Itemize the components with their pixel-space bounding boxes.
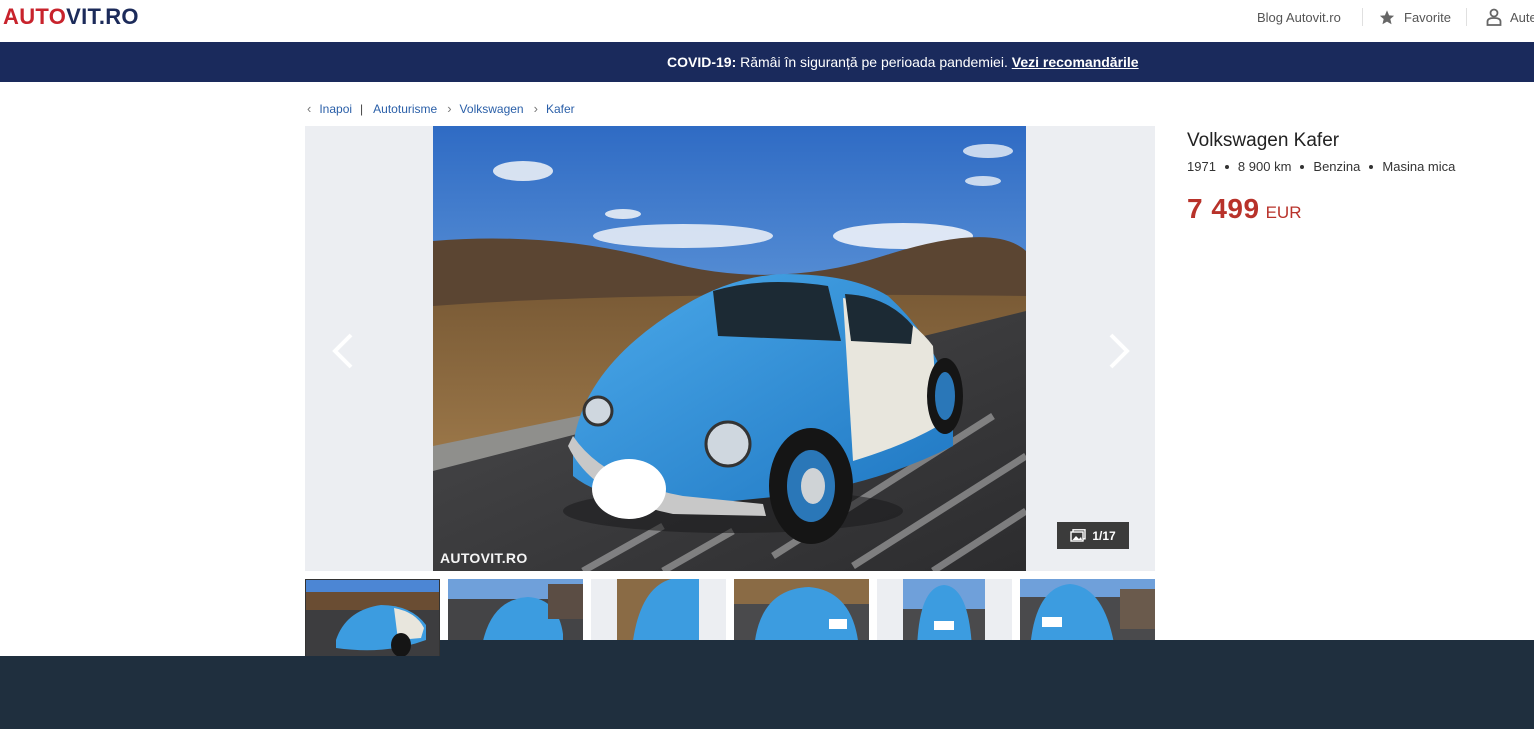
breadcrumb-item-volkswagen[interactable]: Volkswagen — [460, 102, 524, 116]
breadcrumb-item-kafer[interactable]: Kafer — [546, 102, 575, 116]
next-photo-button[interactable] — [1103, 331, 1133, 371]
listing-title: Volkswagen Kafer — [1187, 130, 1340, 151]
previous-photo-button[interactable] — [329, 331, 359, 371]
price-currency: EUR — [1265, 203, 1302, 222]
site-header: AUTOVIT.RO Blog Autovit.ro Favorite Aute — [0, 0, 1534, 42]
main-car-photo[interactable]: AUTOVIT.RO — [433, 126, 1026, 571]
chevron-right-icon: › — [533, 101, 538, 116]
breadcrumb-back-link[interactable]: Inapoi — [319, 102, 352, 116]
favorites-label: Favorite — [1404, 9, 1451, 25]
blog-link[interactable]: Blog Autovit.ro — [1257, 0, 1341, 34]
spec-separator — [1300, 164, 1305, 169]
header-divider — [1362, 8, 1363, 26]
autovit-logo[interactable]: AUTOVIT.RO — [3, 4, 139, 30]
photo-counter-text: 1/17 — [1092, 528, 1116, 543]
covid-banner: COVID-19: Rămâi în siguranță pe perioada… — [0, 42, 1534, 82]
favorites-link[interactable]: Favorite — [1378, 0, 1451, 34]
listing-specs: 1971 8 900 km Benzina Masina mica — [1187, 159, 1455, 174]
banner-message: Rămâi în siguranță pe perioada pandemiei… — [736, 54, 1012, 70]
spec-separator — [1224, 164, 1229, 169]
photo-watermark: AUTOVIT.RO — [440, 550, 528, 566]
star-icon — [1379, 9, 1395, 24]
photo-gallery: AUTOVIT.RO 1/17 — [305, 126, 1155, 571]
chevron-right-icon: › — [447, 101, 452, 116]
account-label: Aute — [1510, 9, 1534, 25]
footer-overlay — [0, 656, 1534, 729]
breadcrumb: ‹ Inapoi | Autoturisme › Volkswagen › Ka… — [307, 101, 575, 116]
logo-part-auto: AUTO — [3, 4, 67, 29]
header-divider — [1466, 8, 1467, 26]
chevron-right-icon — [1109, 333, 1130, 369]
breadcrumb-separator: | — [360, 101, 364, 116]
logo-part-vit: VIT.RO — [66, 4, 139, 29]
spec-body-type: Masina mica — [1382, 159, 1456, 174]
chevron-left-icon — [332, 333, 353, 369]
gallery-icon — [1070, 529, 1087, 542]
listing-price: 7 499 EUR — [1187, 193, 1301, 225]
breadcrumb-item-autoturisme[interactable]: Autoturisme — [373, 102, 437, 116]
footer-overlay-top — [440, 640, 1534, 656]
banner-recommendations-link[interactable]: Vezi recomandările — [1012, 54, 1139, 70]
banner-prefix: COVID-19: — [667, 54, 737, 70]
spec-fuel: Benzina — [1313, 159, 1361, 174]
price-value: 7 499 — [1187, 193, 1260, 224]
spec-year: 1971 — [1187, 159, 1216, 174]
thumbnail[interactable] — [305, 579, 440, 659]
photo-counter[interactable]: 1/17 — [1057, 522, 1129, 549]
user-icon — [1486, 8, 1502, 26]
spec-mileage: 8 900 km — [1237, 159, 1292, 174]
chevron-left-icon: ‹ — [307, 101, 312, 116]
spec-separator — [1369, 164, 1374, 169]
account-link[interactable]: Aute — [1486, 0, 1534, 34]
